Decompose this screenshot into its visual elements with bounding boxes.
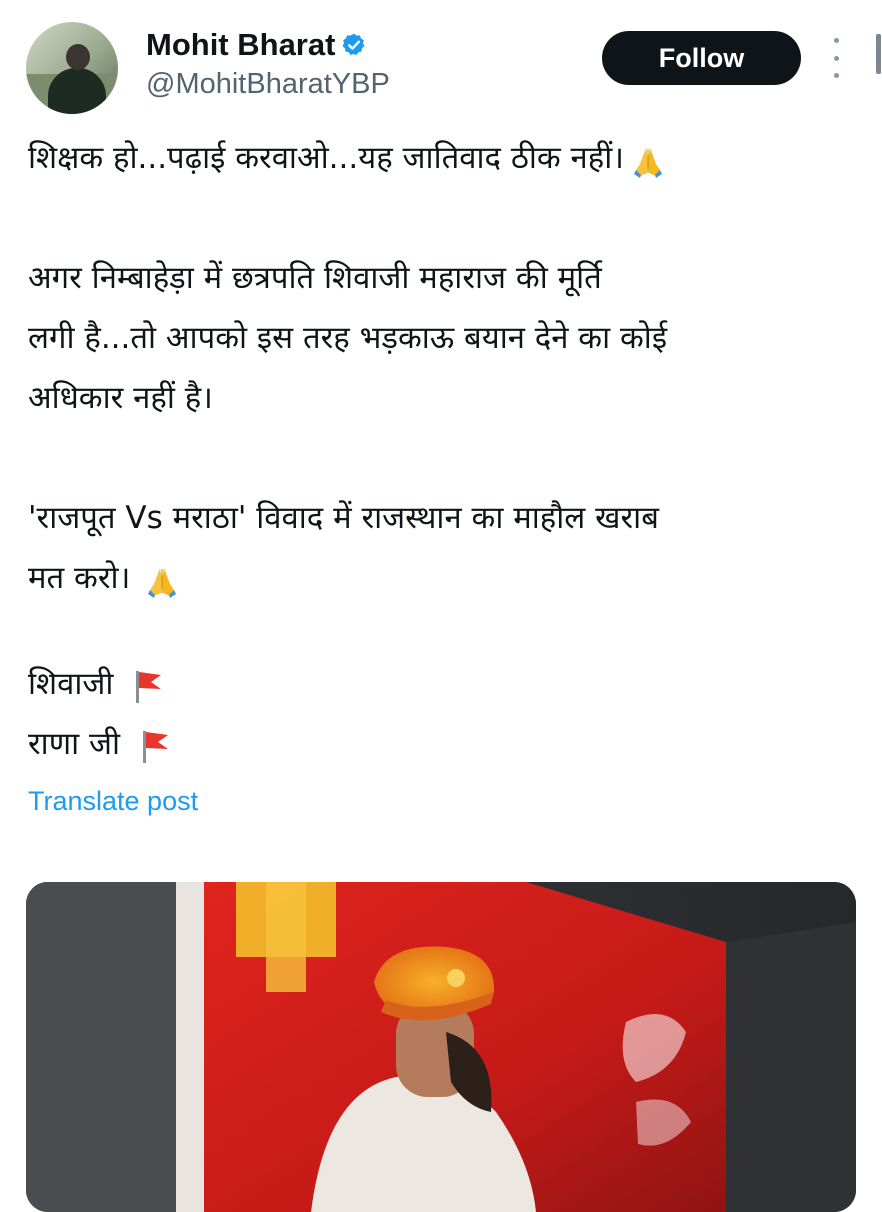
translate-post-link[interactable]: Translate post (28, 786, 198, 817)
post-line-text: लगी है...तो आपको इस तरह भड़काऊ बयान देने… (28, 320, 668, 356)
verified-badge-icon (342, 33, 365, 55)
post-paragraph-3: 'राजपूत Vs मराठा' विवाद में राजस्थान का … (28, 488, 868, 608)
avatar[interactable] (26, 22, 118, 114)
author-name-row: Mohit Bharat (146, 26, 367, 64)
post-video-thumbnail[interactable] (26, 882, 856, 1212)
post-line-text: अगर निम्बाहेड़ा में छत्रपति शिवाजी महारा… (28, 260, 602, 296)
post-line-text: मत करो। (28, 560, 131, 596)
post-line-text: अधिकार नहीं है। (28, 380, 213, 416)
post-line: राणा जी (28, 714, 868, 774)
triangular-flag-emoji (136, 670, 162, 703)
folded-hands-emoji (634, 147, 662, 178)
more-options-icon[interactable] (826, 38, 846, 78)
scroll-indicator (876, 34, 881, 74)
video-frame-image (26, 882, 856, 1212)
folded-hands-emoji (148, 567, 177, 598)
post-line: मत करो। (28, 548, 868, 608)
post-line: शिवाजी (28, 654, 868, 714)
triangular-flag-emoji (142, 730, 168, 763)
post-line-text: शिवाजी (28, 666, 114, 702)
follow-button[interactable]: Follow (602, 31, 801, 85)
post-line-text: शिक्षक हो...पढ़ाई करवाओ...यह जातिवाद ठीक… (28, 140, 624, 176)
post-paragraph-2: अगर निम्बाहेड़ा में छत्रपति शिवाजी महारा… (28, 248, 868, 428)
post-line-text: राणा जी (28, 726, 121, 762)
post-header: Mohit Bharat @MohitBharatYBP Follow (0, 0, 882, 120)
author-name[interactable]: Mohit Bharat (146, 27, 335, 63)
post-line-text: 'राजपूत Vs मराठा' विवाद में राजस्थान का … (28, 500, 659, 536)
post-paragraph-4: शिवाजी राणा जी (28, 654, 868, 774)
post-text: शिक्षक हो...पढ़ाई करवाओ...यह जातिवाद ठीक… (28, 128, 868, 188)
post-line: शिक्षक हो...पढ़ाई करवाओ...यह जातिवाद ठीक… (28, 128, 868, 188)
author-handle[interactable]: @MohitBharatYBP (146, 68, 390, 101)
